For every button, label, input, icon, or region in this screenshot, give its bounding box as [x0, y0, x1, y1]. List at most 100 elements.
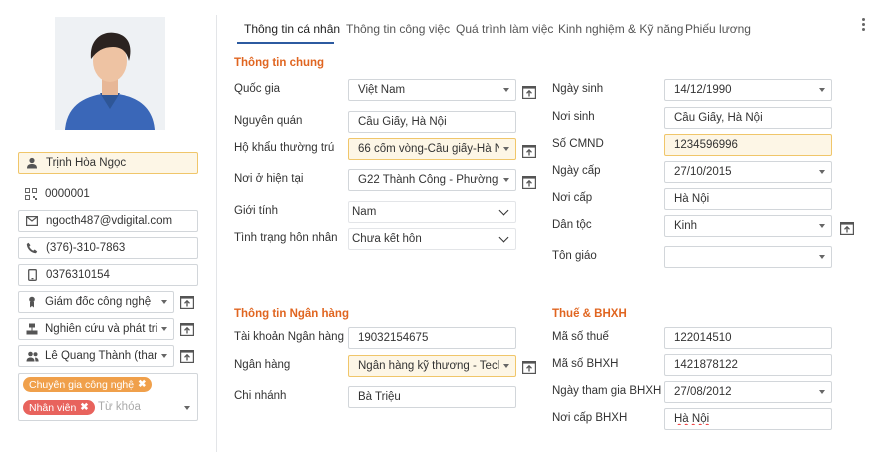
- bhxh-date-label: Ngày tham gia BHXH: [552, 385, 662, 397]
- chevron-down-icon[interactable]: [161, 300, 167, 304]
- branch-input[interactable]: Bà Triệu: [348, 386, 516, 408]
- ethnic-value: Kinh: [674, 220, 698, 232]
- chevron-down-icon[interactable]: [819, 390, 825, 394]
- chevron-down-icon[interactable]: [503, 88, 509, 92]
- hometown-input[interactable]: Cầu Giấy, Hà Nội: [348, 111, 516, 133]
- bhxh-code-value: 1421878122: [674, 359, 738, 371]
- close-icon[interactable]: ✖: [138, 379, 146, 390]
- tab-work-info[interactable]: Thông tin công việc: [346, 22, 450, 36]
- dob-value: 14/12/1990: [674, 84, 732, 96]
- chevron-down-icon[interactable]: [498, 232, 509, 242]
- mobile-value: 0376310154: [46, 269, 110, 281]
- employee-name-field[interactable]: Trịnh Hòa Ngọc: [18, 152, 198, 174]
- marital-label: Tình trạng hôn nhân: [234, 232, 338, 244]
- bank-account-input[interactable]: 19032154675: [348, 327, 516, 349]
- chevron-down-icon[interactable]: [819, 88, 825, 92]
- manager-select[interactable]: Lê Quang Thành (thanhlc: [18, 345, 174, 367]
- bhxh-place-input[interactable]: Hà Nội: [664, 408, 832, 430]
- department-select[interactable]: Nghiên cứu và phát triển: [18, 318, 174, 340]
- bhxh-code-input[interactable]: 1421878122: [664, 354, 832, 376]
- phone-field[interactable]: (376)-310-7863: [18, 237, 198, 259]
- open-position-button[interactable]: [180, 296, 195, 310]
- birthplace-input[interactable]: Cầu Giấy, Hà Nội: [664, 107, 832, 129]
- country-select[interactable]: Việt Nam: [348, 79, 516, 101]
- close-icon[interactable]: ✖: [80, 402, 88, 413]
- chevron-down-icon[interactable]: [503, 364, 509, 368]
- phone-value: (376)-310-7863: [46, 242, 126, 254]
- open-ethnic-button[interactable]: [840, 222, 855, 236]
- tag-search-placeholder[interactable]: Từ khóa: [98, 401, 141, 413]
- hometown-label: Nguyên quán: [234, 115, 303, 127]
- chevron-down-icon[interactable]: [498, 205, 509, 215]
- position-select[interactable]: Giám đốc công nghệ: [18, 291, 174, 313]
- employee-code: 0000001: [45, 188, 90, 200]
- tag-chip[interactable]: Chuyên gia công nghệ ✖: [23, 377, 153, 392]
- open-department-button[interactable]: [180, 323, 195, 337]
- mobile-field[interactable]: 0376310154: [18, 264, 198, 286]
- open-bank-button[interactable]: [522, 361, 537, 375]
- open-manager-button[interactable]: [180, 350, 195, 364]
- religion-label: Tôn giáo: [552, 250, 597, 262]
- residence-select[interactable]: G22 Thành Công - Phường Thà: [348, 169, 516, 191]
- country-value: Việt Nam: [358, 84, 406, 96]
- chevron-down-icon[interactable]: [819, 170, 825, 174]
- tab-work-history[interactable]: Quá trình làm việc: [456, 22, 553, 36]
- tab-personal-info[interactable]: Thông tin cá nhân: [244, 22, 340, 36]
- marital-select[interactable]: Chưa kết hôn: [348, 228, 516, 250]
- mail-icon: [25, 214, 39, 228]
- employee-name: Trịnh Hòa Ngọc: [46, 157, 127, 169]
- open-country-button[interactable]: [522, 86, 537, 100]
- marital-value: Chưa kết hôn: [352, 233, 422, 245]
- users-icon: [25, 349, 39, 363]
- issue-date-value: 27/10/2015: [674, 166, 732, 178]
- issue-place-input[interactable]: Hà Nội: [664, 188, 832, 210]
- department-value: Nghiên cứu và phát triển: [45, 323, 157, 335]
- tax-code-input[interactable]: 122014510: [664, 327, 832, 349]
- section-title-bank: Thông tin Ngân hàng: [234, 308, 349, 320]
- chevron-down-icon[interactable]: [161, 354, 167, 358]
- chevron-down-icon[interactable]: [503, 178, 509, 182]
- email-field[interactable]: ngocth487@vdigital.com: [18, 210, 198, 232]
- birthplace-value: Cầu Giấy, Hà Nội: [674, 112, 763, 124]
- qr-code-icon: [24, 187, 38, 201]
- ethnic-select[interactable]: Kinh: [664, 215, 832, 237]
- gender-select[interactable]: Nam: [348, 201, 516, 223]
- user-icon: [25, 156, 39, 170]
- bank-account-label: Tài khoản Ngân hàng: [234, 331, 344, 343]
- chevron-down-icon[interactable]: [819, 255, 825, 259]
- tag-chip[interactable]: Nhân viên ✖: [23, 400, 95, 415]
- tab-experience-skills[interactable]: Kinh nghiệm & Kỹ năng: [558, 22, 683, 36]
- idcard-label: Số CMND: [552, 138, 604, 150]
- bank-label: Ngân hàng: [234, 359, 291, 371]
- chevron-down-icon[interactable]: [819, 224, 825, 228]
- idcard-input[interactable]: 1234596996: [664, 134, 832, 156]
- open-household-button[interactable]: [522, 145, 537, 159]
- bhxh-place-value: Hà Nội: [674, 413, 710, 425]
- birthplace-label: Nơi sinh: [552, 111, 595, 123]
- issue-place-label: Nơi cấp: [552, 192, 593, 204]
- branch-label: Chi nhánh: [234, 390, 287, 402]
- dob-picker[interactable]: 14/12/1990: [664, 79, 832, 101]
- open-residence-button[interactable]: [522, 176, 537, 190]
- position-value: Giám đốc công nghệ: [45, 296, 152, 308]
- employee-code-row: 0000001: [24, 187, 90, 201]
- religion-select[interactable]: [664, 246, 832, 268]
- bhxh-place-label: Nơi cấp BHXH: [552, 412, 628, 424]
- bank-select[interactable]: Ngân hàng kỹ thương - Techco: [348, 355, 516, 377]
- mobile-icon: [25, 268, 39, 282]
- manager-value: Lê Quang Thành (thanhlc: [45, 350, 157, 362]
- chevron-down-icon[interactable]: [184, 406, 190, 410]
- active-tab-indicator: [237, 42, 334, 44]
- more-options-icon[interactable]: [862, 18, 866, 33]
- bhxh-date-picker[interactable]: 27/08/2012: [664, 381, 832, 403]
- tab-payslip[interactable]: Phiếu lương: [685, 22, 751, 36]
- section-title-general: Thông tin chung: [234, 57, 325, 69]
- chevron-down-icon[interactable]: [161, 327, 167, 331]
- household-select[interactable]: 66 cốm vòng-Cầu giấy-Hà Nội: [348, 138, 516, 160]
- tag-label: Nhân viên: [29, 401, 77, 414]
- household-label: Hộ khẩu thường trú: [234, 142, 335, 154]
- issue-date-picker[interactable]: 27/10/2015: [664, 161, 832, 183]
- country-label: Quốc gia: [234, 83, 281, 95]
- chevron-down-icon[interactable]: [503, 147, 509, 151]
- gender-value: Nam: [352, 206, 377, 218]
